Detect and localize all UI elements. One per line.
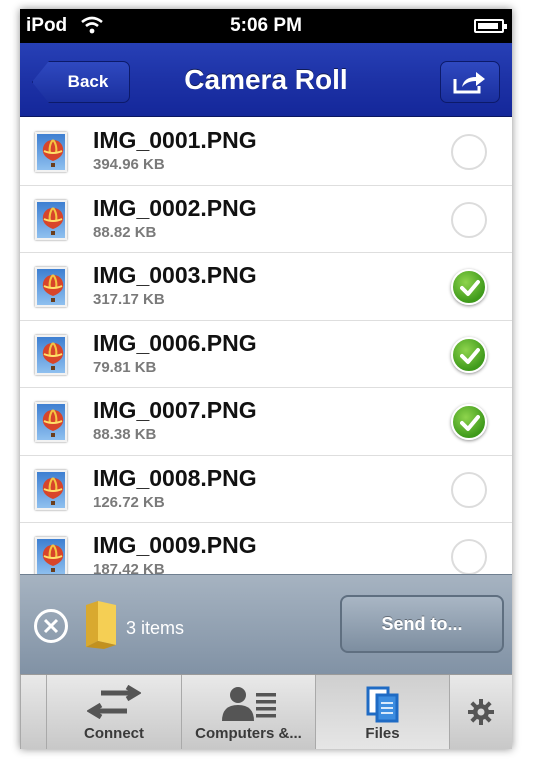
checkbox-empty-icon[interactable] (451, 539, 487, 574)
file-name: IMG_0002.PNG (93, 194, 257, 221)
tab-bar: Connect Computers &... Files (20, 674, 512, 749)
file-name: IMG_0003.PNG (93, 262, 257, 288)
tab-scroll-edge (20, 675, 46, 749)
image-thumbnail-icon (35, 402, 67, 442)
send-to-button[interactable]: Send to... (340, 595, 504, 653)
files-icon (366, 686, 398, 723)
checkbox-empty-icon[interactable] (451, 201, 487, 238)
file-row[interactable]: IMG_0009.PNG 187.42 KB (20, 523, 512, 574)
image-thumbnail-icon (35, 132, 67, 172)
contacts-icon (221, 687, 276, 721)
file-name: IMG_0008.PNG (93, 464, 257, 491)
tab-computers-label: Computers &... (195, 725, 302, 742)
image-thumbnail-icon (35, 334, 67, 375)
file-size: 394.96 KB (93, 156, 165, 173)
selection-toolbar: 3 items Send to... (20, 574, 512, 674)
status-bar: iPod 5:06 PM (20, 9, 512, 43)
selected-count: 3 items (126, 618, 185, 638)
tab-connect-label: Connect (84, 725, 144, 742)
tab-connect[interactable]: Connect (46, 675, 181, 749)
file-row[interactable]: IMG_0008.PNG 126.72 KB (20, 456, 512, 523)
file-size: 79.81 KB (93, 358, 157, 376)
file-size: 88.82 KB (93, 223, 157, 241)
clear-selection-button[interactable] (34, 609, 68, 643)
image-thumbnail-icon (35, 537, 67, 574)
file-row[interactable]: IMG_0007.PNG 88.38 KB (20, 388, 512, 456)
tab-files[interactable]: Files (315, 675, 449, 749)
file-list: IMG_0001.PNG 394.96 KB IMG_0002.PNG 88.82 K… (20, 118, 512, 574)
folder-icon (82, 601, 120, 654)
tab-computers[interactable]: Computers &... (181, 675, 315, 749)
status-time: 5:06 PM (230, 15, 302, 36)
battery-icon (474, 19, 507, 33)
checkmark-selected-icon[interactable] (451, 269, 487, 305)
checkbox-empty-icon[interactable] (451, 134, 487, 170)
file-size: 126.72 KB (93, 493, 165, 511)
page-title: Camera Roll (184, 64, 348, 95)
device-screen: iPod 5:06 PM Back Camera Roll IMG_0001.P… (20, 9, 512, 749)
image-thumbnail-icon (35, 469, 67, 510)
close-icon (43, 618, 59, 634)
file-size: 187.42 KB (93, 561, 165, 574)
checkmark-selected-icon[interactable] (451, 336, 487, 373)
arrows-icon (87, 685, 141, 719)
file-size: 88.38 KB (93, 426, 157, 443)
file-size: 317.17 KB (93, 291, 165, 308)
image-thumbnail-icon (35, 199, 67, 240)
file-name: IMG_0001.PNG (93, 127, 257, 153)
file-name: IMG_0007.PNG (93, 397, 257, 423)
share-button[interactable] (440, 61, 500, 103)
file-row[interactable]: IMG_0006.PNG 79.81 KB (20, 321, 512, 388)
tab-settings[interactable] (449, 675, 512, 749)
gear-icon (468, 699, 494, 725)
checkmark-selected-icon[interactable] (451, 404, 487, 440)
navigation-bar: Back Camera Roll (20, 43, 512, 117)
file-name: IMG_0009.PNG (93, 532, 257, 558)
file-name: IMG_0006.PNG (93, 329, 257, 356)
file-row[interactable]: IMG_0001.PNG 394.96 KB (20, 118, 512, 186)
file-row[interactable]: IMG_0003.PNG 317.17 KB (20, 253, 512, 321)
tab-files-label: Files (365, 725, 400, 742)
file-row[interactable]: IMG_0002.PNG 88.82 KB (20, 186, 512, 253)
checkbox-empty-icon[interactable] (451, 471, 487, 508)
image-thumbnail-icon (35, 267, 67, 307)
share-icon (453, 72, 485, 94)
